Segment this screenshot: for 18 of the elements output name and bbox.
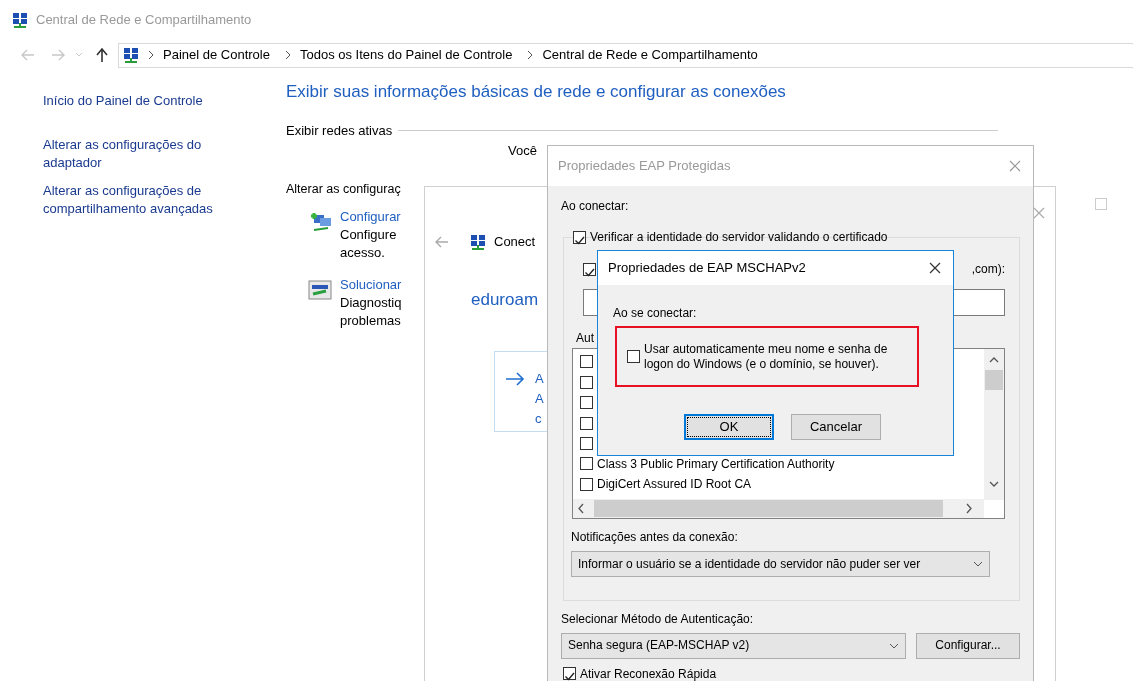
section-label: Alterar as configuraç (286, 181, 402, 198)
section-label: Ao conectar: (561, 198, 630, 215)
task-description: acesso. (340, 243, 386, 262)
task-description: Diagnostiq (340, 293, 402, 312)
section-label: Aut (576, 329, 595, 346)
dialog-title: Propriedades de EAP MSCHAPv2 (608, 259, 806, 277)
section-label: Exibir redes ativas (286, 122, 393, 140)
network-name: eduroam (471, 288, 539, 311)
window-title: Propriedades EAP Protegidas (558, 157, 731, 175)
window-title: Conect (494, 233, 536, 251)
task-description: Configure (340, 225, 398, 244)
section-label: Notificações antes da conexão: (571, 528, 739, 545)
window-title: Central de Rede e Compartilhamento (36, 11, 252, 29)
section-label: Selecionar Método de Autenticação: (561, 611, 755, 628)
section-label: Ao se conectar: (613, 305, 698, 322)
task-description: problemas (340, 311, 402, 330)
section-text: Você (508, 141, 538, 160)
page-heading: Exibir suas informações básicas de rede e configurar as conexões (286, 81, 787, 103)
